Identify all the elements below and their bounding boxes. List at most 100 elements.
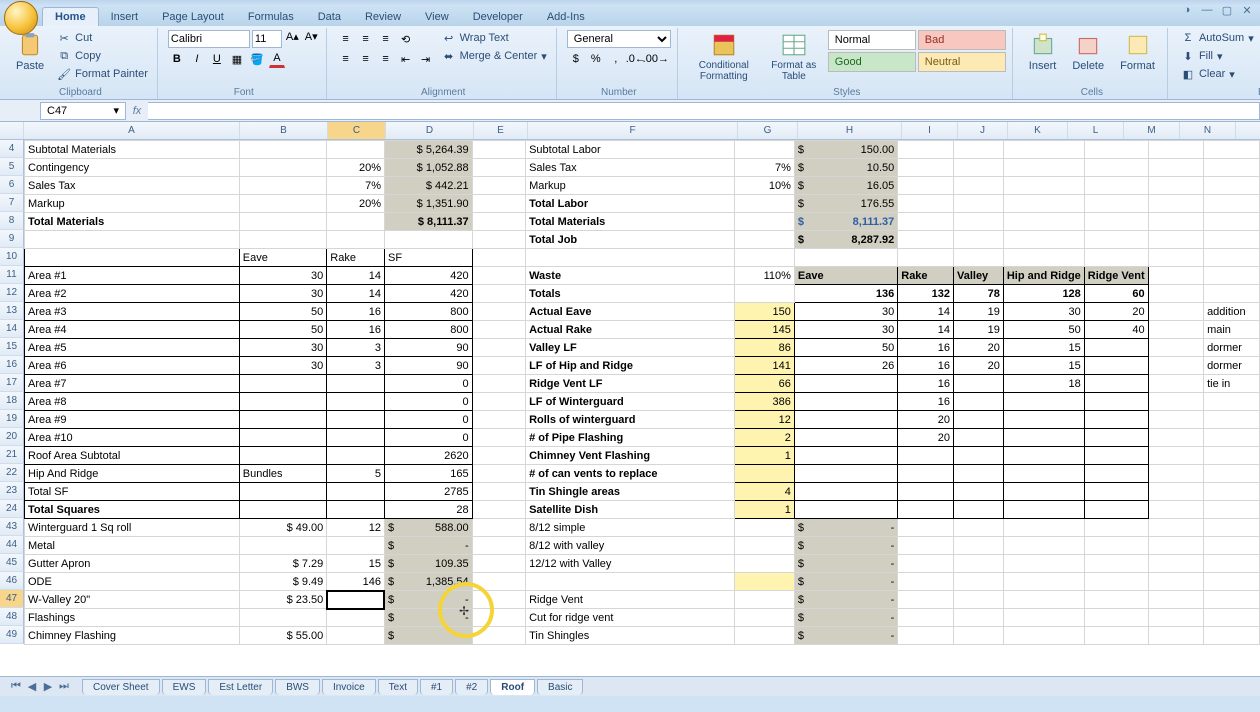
cell-G49[interactable] [735, 627, 795, 645]
cell-E46[interactable] [472, 573, 525, 591]
ribbon-tab-home[interactable]: Home [42, 7, 99, 26]
cell-I18[interactable]: 16 [898, 393, 954, 411]
cell-B7[interactable] [239, 195, 327, 213]
cell-C17[interactable] [327, 375, 385, 393]
number-format-combo[interactable]: General [567, 30, 671, 48]
cell-E19[interactable] [472, 411, 525, 429]
cell-M5[interactable] [1148, 159, 1203, 177]
cell-N23[interactable] [1204, 483, 1260, 501]
cell-C6[interactable]: 7% [327, 177, 385, 195]
cell-L43[interactable] [1084, 519, 1148, 537]
cell-D13[interactable]: 800 [384, 303, 472, 321]
cell-L4[interactable] [1084, 141, 1148, 159]
cell-M20[interactable] [1148, 429, 1203, 447]
cell-C14[interactable]: 16 [327, 321, 385, 339]
cell-A12[interactable]: Area #2 [25, 285, 240, 303]
cell-L24[interactable] [1084, 501, 1148, 519]
cell-D4[interactable]: $ 5,264.39 [384, 141, 472, 159]
formula-input[interactable] [148, 102, 1260, 120]
cell-F4[interactable]: Subtotal Labor [526, 141, 735, 159]
cell-H5[interactable]: $10.50 [794, 159, 897, 177]
indent-dec-icon[interactable]: ⇤ [397, 50, 415, 68]
cell-N14[interactable]: main [1204, 321, 1260, 339]
cell-N9[interactable] [1204, 231, 1260, 249]
cell-I7[interactable] [898, 195, 954, 213]
cell-C22[interactable]: 5 [327, 465, 385, 483]
cell-H15[interactable]: 50 [794, 339, 897, 357]
cell-M4[interactable] [1148, 141, 1203, 159]
cell-G20[interactable]: 2 [735, 429, 795, 447]
cell-A24[interactable]: Total Squares [25, 501, 240, 519]
cell-B6[interactable] [239, 177, 327, 195]
cell-F10[interactable] [526, 249, 735, 267]
row-header-6[interactable]: 6 [0, 176, 24, 194]
cell-C8[interactable] [327, 213, 385, 231]
cell-K44[interactable] [1003, 537, 1084, 555]
cell-E15[interactable] [472, 339, 525, 357]
cell-J11[interactable]: Valley [953, 267, 1003, 285]
col-header-corner[interactable] [0, 122, 24, 139]
cell-H44[interactable]: $- [794, 537, 897, 555]
cell-L19[interactable] [1084, 411, 1148, 429]
cell-A21[interactable]: Roof Area Subtotal [25, 447, 240, 465]
cell-E45[interactable] [472, 555, 525, 573]
cell-I24[interactable] [898, 501, 954, 519]
cell-E4[interactable] [472, 141, 525, 159]
cell-C20[interactable] [327, 429, 385, 447]
cell-B19[interactable] [239, 411, 327, 429]
cell-I19[interactable]: 20 [898, 411, 954, 429]
cell-J23[interactable] [953, 483, 1003, 501]
cell-M49[interactable] [1148, 627, 1203, 645]
col-header-B[interactable]: B [240, 122, 328, 139]
cell-I6[interactable] [898, 177, 954, 195]
cell-A23[interactable]: Total SF [25, 483, 240, 501]
col-header-G[interactable]: G [738, 122, 798, 139]
cell-G17[interactable]: 66 [735, 375, 795, 393]
cell-N16[interactable]: dormer [1204, 357, 1260, 375]
cell-B8[interactable] [239, 213, 327, 231]
cell-I44[interactable] [898, 537, 954, 555]
cell-J8[interactable] [953, 213, 1003, 231]
autosum-button[interactable]: ΣAutoSum ▾ [1178, 30, 1257, 46]
cell-I9[interactable] [898, 231, 954, 249]
cell-A4[interactable]: Subtotal Materials [25, 141, 240, 159]
cell-G15[interactable]: 86 [735, 339, 795, 357]
cell-I4[interactable] [898, 141, 954, 159]
cell-F14[interactable]: Actual Rake [526, 321, 735, 339]
cell-G4[interactable] [735, 141, 795, 159]
cell-K23[interactable] [1003, 483, 1084, 501]
cell-F11[interactable]: Waste [526, 267, 735, 285]
row-header-4[interactable]: 4 [0, 140, 24, 158]
cell-M8[interactable] [1148, 213, 1203, 231]
cell-G47[interactable] [735, 591, 795, 609]
cell-L18[interactable] [1084, 393, 1148, 411]
cell-I49[interactable] [898, 627, 954, 645]
cell-M9[interactable] [1148, 231, 1203, 249]
shrink-font-icon[interactable]: A▾ [303, 30, 320, 48]
prev-sheet-icon[interactable]: ◀ [24, 680, 40, 693]
cell-J45[interactable] [953, 555, 1003, 573]
cell-N5[interactable] [1204, 159, 1260, 177]
cell-L23[interactable] [1084, 483, 1148, 501]
cell-F47[interactable]: Ridge Vent [526, 591, 735, 609]
cell-C15[interactable]: 3 [327, 339, 385, 357]
cell-D48[interactable]: $- [384, 609, 472, 627]
sheet-tab-text[interactable]: Text [378, 679, 418, 695]
cell-I48[interactable] [898, 609, 954, 627]
cell-G16[interactable]: 141 [735, 357, 795, 375]
grow-font-icon[interactable]: A▴ [284, 30, 301, 48]
align-mid-icon[interactable]: ≡ [357, 30, 375, 48]
cell-I22[interactable] [898, 465, 954, 483]
cell-M47[interactable] [1148, 591, 1203, 609]
cell-B13[interactable]: 50 [239, 303, 327, 321]
cell-B9[interactable] [239, 231, 327, 249]
cell-C10[interactable]: Rake [327, 249, 385, 267]
cell-G7[interactable] [735, 195, 795, 213]
cell-K7[interactable] [1003, 195, 1084, 213]
cell-E6[interactable] [472, 177, 525, 195]
cell-N43[interactable] [1204, 519, 1260, 537]
cell-I13[interactable]: 14 [898, 303, 954, 321]
cell-L48[interactable] [1084, 609, 1148, 627]
cell-E44[interactable] [472, 537, 525, 555]
cell-F18[interactable]: LF of Winterguard [526, 393, 735, 411]
